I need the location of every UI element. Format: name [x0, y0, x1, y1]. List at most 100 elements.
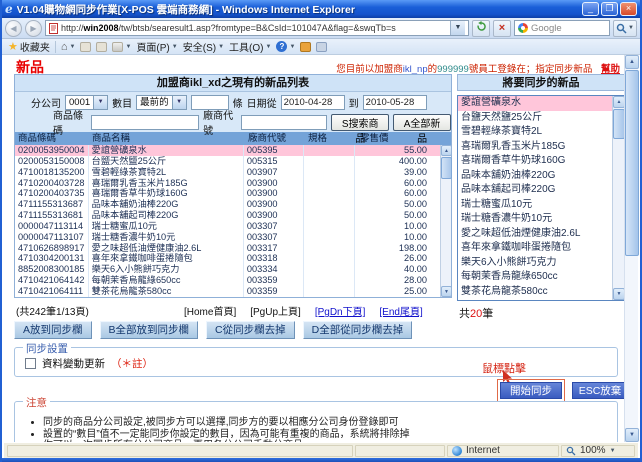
zone-label: Internet: [466, 445, 500, 456]
column-header: 廠商代號: [248, 133, 287, 144]
sync-list-item[interactable]: 台鹽天然鹽25公斤: [458, 111, 612, 126]
home-button[interactable]: ⌂ ▼: [61, 41, 76, 53]
minimize-button[interactable]: _: [582, 2, 599, 16]
scroll-up-icon[interactable]: ▲: [613, 96, 624, 108]
date-to-input[interactable]: [362, 94, 427, 110]
messenger-icon[interactable]: [300, 41, 312, 52]
sync-list-item[interactable]: 雙茶花烏龍茶580cc: [458, 285, 612, 300]
sync-list-item[interactable]: 品味本舖奶油棒220G: [458, 169, 612, 184]
sync-listbox[interactable]: 愛誼營礦泉水 台鹽天然鹽25公斤 雪碧輕綠茶寶特2L 喜瑞爾乳香玉米片185G 喜瑞爾香…: [457, 95, 624, 301]
scroll-thumb[interactable]: [613, 109, 624, 139]
table-row[interactable]: 4710018135200 雪碧輕綠茶寶特2L 003907 39.00: [15, 166, 440, 178]
zone-indicator: Internet: [447, 444, 559, 457]
menu-tools[interactable]: 工具(O) ▼: [229, 39, 271, 54]
zoom-control[interactable]: 100% ▼: [561, 444, 635, 457]
cell-vendor: 003307: [244, 220, 304, 232]
vendor-input[interactable]: [241, 114, 328, 130]
scroll-down-icon[interactable]: ▼: [613, 288, 624, 300]
sync-list-item[interactable]: 愛誼營礦泉水: [458, 96, 612, 111]
search-dropdown-icon[interactable]: ▼: [628, 25, 634, 31]
table-row[interactable]: 4710421064111 雙茶花烏龍茶580cc 003359 25.00: [15, 285, 440, 297]
table-row[interactable]: 4711155313687 品味本舖奶油棒220G 003900 50.00: [15, 199, 440, 211]
search-input[interactable]: Google: [514, 20, 610, 36]
cell-spec: [304, 145, 356, 156]
address-field[interactable]: http://win2008/tw/btsb/searesult1.asp?fr…: [45, 20, 469, 36]
action-button-row: A放到同步欄 B全部放到同步欄 C從同步欄去掉 D全部從同步欄去掉: [14, 321, 413, 339]
feed-icon[interactable]: [80, 41, 92, 52]
read-mail-icon[interactable]: [96, 41, 108, 52]
cell-barcode: 0200053950004: [15, 145, 89, 156]
sync-list-item[interactable]: 愛之味超低油煙健康油2.6L: [458, 227, 612, 242]
pgdn-link[interactable]: [PgDn下頁]: [315, 303, 366, 318]
content-area: 新品 您目前以加盟商ikl_np的999999號員工登錄在；指定同步新品 幫助 …: [4, 55, 639, 442]
back-button[interactable]: ◀: [5, 19, 22, 37]
scroll-up-icon[interactable]: ▲: [441, 145, 452, 156]
menu-safety[interactable]: 安全(S) ▼: [183, 39, 224, 54]
web-page: 新品 您目前以加盟商ikl_np的999999號員工登錄在；指定同步新品 幫助 …: [4, 55, 624, 442]
scroll-down-icon[interactable]: ▼: [441, 286, 452, 297]
sites-icon[interactable]: [316, 41, 328, 52]
table-row[interactable]: 0200053150008 台鹽天然鹽25公斤 005315 400.00: [15, 155, 440, 167]
table-row[interactable]: 4710626898917 愛之味超低油煙健康油2.6L 003317 198.…: [15, 242, 440, 254]
sync-list-item[interactable]: 喜瑞爾乳香玉米片185G: [458, 140, 612, 155]
sync-action-button[interactable]: A放到同步欄: [14, 321, 92, 339]
table-row[interactable]: 4710304200131 喜年來拿鐵咖啡蛋捲隨包 003318 26.00: [15, 253, 440, 265]
search-products-button[interactable]: S搜索商品: [331, 113, 390, 145]
refresh-icon: [476, 20, 486, 31]
sync-action-button[interactable]: C從同步欄去掉: [206, 321, 295, 339]
cell-price: 39.00: [404, 166, 427, 177]
start-sync-button[interactable]: 開始同步: [497, 379, 565, 402]
help-button[interactable]: ? ▼: [276, 41, 295, 52]
table-row[interactable]: 4711155313681 品味本舖起司棒220G 003900 50.00: [15, 210, 440, 221]
close-button[interactable]: ×: [620, 2, 637, 16]
forward-button[interactable]: ▶: [25, 19, 42, 37]
sync-list-item[interactable]: 瑞士糖蜜瓜10元: [458, 198, 612, 213]
sync-list-item[interactable]: 喜年來拿鐵咖啡蛋捲隨包: [458, 241, 612, 256]
stop-button[interactable]: ×: [493, 19, 511, 37]
search-go-button[interactable]: ▼: [613, 19, 637, 37]
sync-list-item[interactable]: 喜瑞爾香草牛奶球160G: [458, 154, 612, 169]
scroll-thumb[interactable]: [625, 70, 639, 256]
sync-list-item[interactable]: 樂天6入小熊餅巧克力: [458, 256, 612, 271]
barcode-input[interactable]: [91, 114, 200, 130]
sync-action-button[interactable]: D全部從同步欄去掉: [302, 321, 413, 339]
table-row[interactable]: 0200053950004 愛誼營礦泉水 005395 55.00: [15, 145, 440, 156]
order-select[interactable]: 最前的 ▼: [136, 94, 187, 110]
page-scrollbar[interactable]: ▲ ▼: [624, 55, 639, 442]
table-row[interactable]: 4710421064142 每朝茉香烏龍綠650cc 003359 28.00: [15, 275, 440, 286]
sync-action-button[interactable]: B全部放到同步欄: [99, 321, 199, 339]
scroll-thumb[interactable]: [441, 157, 452, 179]
end-link[interactable]: [End尾頁]: [379, 303, 422, 318]
cell-name: 每朝茉香烏龍綠650cc: [89, 275, 244, 286]
table-row[interactable]: 4710200403728 喜瑞爾乳香玉米片185G 003900 60.00: [15, 177, 440, 189]
all-products-button[interactable]: A全部新品: [393, 113, 451, 145]
sync-list-item[interactable]: 品味本舖起司棒220G: [458, 183, 612, 198]
scroll-up-icon[interactable]: ▲: [625, 55, 639, 69]
notes-group: 注意 同步的商品分公司設定,被同步方可以選擇,同步方的要以相應分公司身份登錄即可…: [14, 395, 618, 442]
data-update-checkbox[interactable]: [25, 358, 36, 369]
address-dropdown-icon[interactable]: ▼: [450, 21, 465, 35]
sync-list-item[interactable]: 雪碧輕綠茶寶特2L: [458, 125, 612, 140]
scroll-down-icon[interactable]: ▼: [625, 428, 639, 442]
address-bar: ◀ ▶ http://win2008/tw/btsb/searesult1.as…: [2, 18, 640, 39]
sync-list-item[interactable]: 每朝茉香烏龍綠650cc: [458, 270, 612, 285]
zoom-dropdown-icon[interactable]: ▼: [610, 448, 616, 454]
table-row[interactable]: 0000047113114 瑞士糖蜜瓜10元 003307 10.00: [15, 220, 440, 232]
ie-icon: e: [5, 2, 13, 16]
sync-list-item[interactable]: 瑞士糖香濃牛奶10元: [458, 212, 612, 227]
listbox-scrollbar[interactable]: ▲ ▼: [612, 96, 624, 300]
table-row[interactable]: 8852008300185 樂天6入小熊餅巧克力 003334 40.00: [15, 264, 440, 276]
record-count: (共242筆1/13頁): [16, 307, 89, 318]
date-from-input[interactable]: [280, 94, 345, 110]
refresh-button[interactable]: [472, 19, 490, 37]
esc-cancel-button[interactable]: ESC放棄: [572, 382, 624, 399]
menu-page[interactable]: 頁面(P) ▼: [136, 39, 177, 54]
favorites-button[interactable]: ★ 收藏夹: [8, 39, 50, 54]
maximize-button[interactable]: ❐: [601, 2, 618, 16]
table-row[interactable]: 4710200403735 喜瑞爾香草牛奶球160G 003900 60.00: [15, 188, 440, 200]
table-scrollbar[interactable]: ▲ ▼: [440, 145, 452, 297]
globe-icon: [452, 445, 462, 456]
print-button[interactable]: ▼: [112, 41, 131, 52]
table-row[interactable]: 0000047113107 瑞士糖香濃牛奶10元 003307 10.00: [15, 231, 440, 243]
cell-vendor: 003317: [244, 242, 304, 254]
